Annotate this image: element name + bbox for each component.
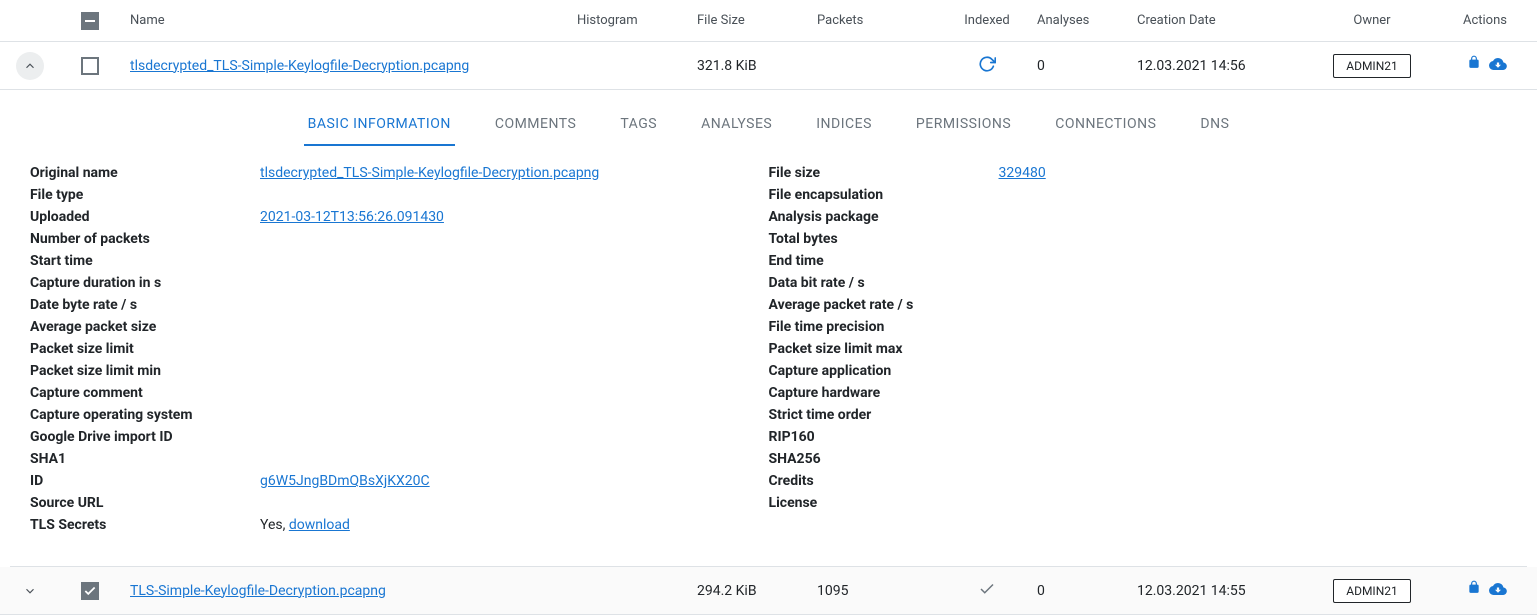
details-tabs: BASIC INFORMATION COMMENTS TAGS ANALYSES… (10, 100, 1527, 148)
label-uploaded: Uploaded (30, 206, 260, 228)
indexed-check-icon (978, 580, 996, 602)
col-header-owner[interactable]: Owner (1307, 13, 1437, 28)
expand-button[interactable] (16, 577, 44, 605)
label-data-bit-rate: Data bit rate / s (769, 272, 999, 294)
value-tls-secrets-download[interactable]: download (289, 517, 350, 533)
label-total-bytes: Total bytes (769, 228, 999, 250)
label-avg-packet-rate: Average packet rate / s (769, 294, 999, 316)
value-uploaded[interactable]: 2021-03-12T13:56:26.091430 (260, 209, 444, 225)
packets-cell: 1095 (817, 583, 937, 599)
chevron-up-icon (23, 59, 37, 73)
label-date-byte-rate: Date byte rate / s (30, 294, 260, 316)
label-capture-comment: Capture comment (30, 382, 260, 404)
label-packet-size-limit: Packet size limit (30, 338, 260, 360)
label-start-time: Start time (30, 250, 260, 272)
label-original-name: Original name (30, 162, 260, 184)
row-checkbox[interactable] (81, 57, 99, 75)
details-panel: BASIC INFORMATION COMMENTS TAGS ANALYSES… (10, 90, 1527, 567)
owner-badge[interactable]: ADMIN21 (1333, 54, 1411, 78)
file-size-cell: 321.8 KiB (697, 58, 817, 74)
label-sha1: SHA1 (30, 448, 260, 470)
refresh-icon[interactable] (978, 55, 996, 77)
collapse-button[interactable] (16, 52, 44, 80)
label-end-time: End time (769, 250, 999, 272)
tab-connections[interactable]: CONNECTIONS (1051, 102, 1160, 146)
table-row: tlsdecrypted_TLS-Simple-Keylogfile-Decry… (0, 42, 1537, 90)
label-id: ID (30, 470, 260, 492)
value-tls-secrets-prefix: Yes, (260, 517, 289, 533)
check-icon (83, 584, 97, 598)
label-sha256: SHA256 (769, 448, 999, 470)
label-source-url: Source URL (30, 492, 260, 514)
value-original-name[interactable]: tlsdecrypted_TLS-Simple-Keylogfile-Decry… (260, 165, 599, 181)
tab-indices[interactable]: INDICES (812, 102, 876, 146)
lock-icon[interactable] (1467, 55, 1481, 77)
tab-analyses[interactable]: ANALYSES (697, 102, 776, 146)
col-header-histogram[interactable]: Histogram (577, 13, 697, 28)
label-file-size: File size (769, 162, 999, 184)
label-rip160: RIP160 (769, 426, 999, 448)
col-header-analyses[interactable]: Analyses (1037, 13, 1137, 28)
file-size-cell: 294.2 KiB (697, 583, 817, 599)
lock-icon[interactable] (1467, 580, 1481, 602)
col-header-actions: Actions (1437, 13, 1537, 28)
creation-date-cell: 12.03.2021 14:56 (1137, 58, 1307, 74)
col-header-packets[interactable]: Packets (817, 13, 937, 28)
tab-comments[interactable]: COMMENTS (491, 102, 581, 146)
label-avg-packet-size: Average packet size (30, 316, 260, 338)
info-column-right: File size329480 File encapsulation Analy… (769, 162, 1508, 536)
value-id[interactable]: g6W5JngBDmQBsXjKX20C (260, 473, 430, 489)
label-file-time-precision: File time precision (769, 316, 999, 338)
tab-basic-information[interactable]: BASIC INFORMATION (304, 102, 455, 146)
label-license: License (769, 492, 999, 514)
info-column-left: Original nametlsdecrypted_TLS-Simple-Key… (30, 162, 769, 536)
label-packet-size-limit-min: Packet size limit min (30, 360, 260, 382)
col-header-filesize[interactable]: File Size (697, 13, 817, 28)
owner-badge[interactable]: ADMIN21 (1333, 579, 1411, 603)
label-credits: Credits (769, 470, 999, 492)
creation-date-cell: 12.03.2021 14:55 (1137, 583, 1307, 599)
label-file-type: File type (30, 184, 260, 206)
col-header-indexed[interactable]: Indexed (937, 13, 1037, 28)
chevron-down-icon (23, 584, 37, 598)
label-capture-app: Capture application (769, 360, 999, 382)
file-name-link[interactable]: TLS-Simple-Keylogfile-Decryption.pcapng (130, 583, 386, 599)
col-header-name[interactable]: Name (120, 13, 577, 28)
file-table: Name Histogram File Size Packets Indexed… (0, 0, 1537, 615)
analyses-cell: 0 (1037, 58, 1137, 74)
label-file-encap: File encapsulation (769, 184, 999, 206)
label-packet-size-limit-max: Packet size limit max (769, 338, 999, 360)
label-tls-secrets: TLS Secrets (30, 514, 260, 536)
tab-permissions[interactable]: PERMISSIONS (912, 102, 1015, 146)
table-header-row: Name Histogram File Size Packets Indexed… (0, 0, 1537, 42)
select-all-checkbox[interactable] (81, 12, 99, 30)
label-gdrive-id: Google Drive import ID (30, 426, 260, 448)
label-strict-time-order: Strict time order (769, 404, 999, 426)
label-analysis-pkg: Analysis package (769, 206, 999, 228)
tab-dns[interactable]: DNS (1196, 102, 1233, 146)
cloud-download-icon[interactable] (1489, 55, 1507, 77)
label-capture-os: Capture operating system (30, 404, 260, 426)
file-name-link[interactable]: tlsdecrypted_TLS-Simple-Keylogfile-Decry… (130, 58, 469, 74)
label-num-packets: Number of packets (30, 228, 260, 250)
tab-tags[interactable]: TAGS (616, 102, 661, 146)
value-file-size[interactable]: 329480 (999, 165, 1046, 181)
analyses-cell: 0 (1037, 583, 1137, 599)
cloud-download-icon[interactable] (1489, 580, 1507, 602)
row-checkbox[interactable] (81, 582, 99, 600)
label-capture-hw: Capture hardware (769, 382, 999, 404)
label-capture-duration: Capture duration in s (30, 272, 260, 294)
col-header-creation[interactable]: Creation Date (1137, 13, 1307, 28)
table-row: TLS-Simple-Keylogfile-Decryption.pcapng … (0, 567, 1537, 615)
